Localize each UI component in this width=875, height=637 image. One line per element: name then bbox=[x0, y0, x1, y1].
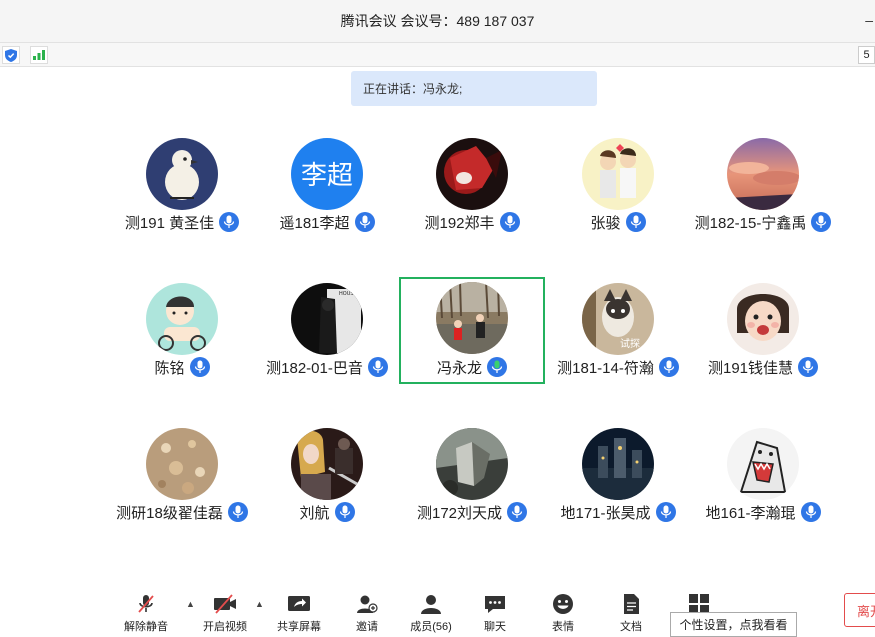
emoji-icon bbox=[553, 594, 573, 614]
share-label: 共享屏幕 bbox=[277, 621, 321, 633]
personalize-tooltip: 个性设置，点我看看 bbox=[670, 612, 797, 637]
speaking-banner: 正在讲话：冯永龙; bbox=[351, 71, 597, 106]
participant-avatar bbox=[436, 428, 508, 500]
participant-avatar: 试探 bbox=[582, 283, 654, 355]
members-button[interactable]: 成员(56) bbox=[401, 593, 461, 634]
mic-icon bbox=[811, 212, 832, 232]
docs-button[interactable]: 文档 bbox=[601, 593, 661, 634]
emoji-button[interactable]: 表情 bbox=[533, 593, 593, 634]
mic-icon bbox=[625, 212, 646, 232]
participant-name-row: 测191钱佳慧 bbox=[670, 357, 856, 377]
chat-button[interactable]: 聊天 bbox=[465, 593, 525, 634]
mic-icon bbox=[499, 212, 520, 232]
video-off-icon bbox=[214, 594, 236, 614]
participant-avatar bbox=[582, 138, 654, 210]
audio-options-caret-icon[interactable]: ▲ bbox=[186, 599, 195, 609]
leave-label: 离开 bbox=[857, 603, 875, 619]
participant-name: 测181-14-符瀚 bbox=[557, 359, 654, 377]
participant-tile[interactable]: 测182-15-宁鑫禹 bbox=[690, 137, 836, 244]
participant-name: 张骏 bbox=[590, 214, 621, 232]
mic-icon bbox=[798, 357, 819, 377]
participant-avatar bbox=[291, 428, 363, 500]
participant-avatar bbox=[727, 428, 799, 500]
participant-name-row: 地161-李瀚琨 bbox=[670, 502, 856, 522]
participant-name: 测182-15-宁鑫禹 bbox=[694, 214, 807, 232]
participant-name: 刘航 bbox=[299, 504, 330, 522]
share-screen-button[interactable]: 共享屏幕 bbox=[269, 593, 329, 634]
participant-tile[interactable]: 地161-李瀚琨 bbox=[690, 427, 836, 534]
participant-tile[interactable]: 测191钱佳慧 bbox=[690, 282, 836, 389]
participant-avatar bbox=[146, 138, 218, 210]
title-bar: 腾讯会议 会议号：489 187 037 – bbox=[0, 0, 875, 42]
mic-icon bbox=[189, 357, 210, 377]
participant-name: 地161-李瀚琨 bbox=[705, 504, 796, 522]
svg-text:李超: 李超 bbox=[301, 161, 353, 191]
participant-name: 测研18级翟佳磊 bbox=[116, 504, 223, 522]
participant-name: 冯永龙 bbox=[436, 359, 482, 377]
participant-avatar bbox=[436, 282, 508, 354]
chat-label: 聊天 bbox=[484, 621, 506, 633]
participant-avatar bbox=[727, 138, 799, 210]
mic-icon bbox=[800, 502, 821, 522]
participant-name: 测191 黄圣佳 bbox=[124, 214, 215, 232]
chat-icon bbox=[485, 596, 505, 613]
participant-avatar bbox=[582, 428, 654, 500]
participant-name: 陈铭 bbox=[154, 359, 185, 377]
participant-name: 测191钱佳慧 bbox=[707, 359, 794, 377]
invite-label: 邀请 bbox=[356, 621, 378, 633]
video-options-caret-icon[interactable]: ▲ bbox=[255, 599, 264, 609]
participant-name-row: 测182-15-宁鑫禹 bbox=[670, 212, 856, 232]
svg-text:试探: 试探 bbox=[620, 337, 640, 350]
status-right-box[interactable]: 5 bbox=[858, 46, 875, 64]
members-label: 成员(56) bbox=[410, 621, 452, 633]
mic-icon bbox=[354, 212, 375, 232]
svg-text:HOUSE: HOUSE bbox=[339, 291, 357, 297]
participant-avatar bbox=[436, 138, 508, 210]
participant-tile[interactable]: 测172刘天成 bbox=[399, 427, 545, 534]
invite-icon bbox=[357, 595, 378, 613]
emoji-label: 表情 bbox=[552, 621, 574, 633]
participant-avatar bbox=[727, 283, 799, 355]
members-icon bbox=[421, 595, 441, 614]
participant-tile[interactable]: HOUSE 测182-01-巴音 bbox=[254, 282, 400, 389]
tooltip-text: 个性设置，点我看看 bbox=[679, 618, 788, 632]
signal-icon[interactable] bbox=[30, 46, 48, 64]
participant-name: 测172刘天成 bbox=[416, 504, 503, 522]
unmute-button[interactable]: 解除静音 bbox=[116, 593, 176, 634]
participant-name: 地171-张昊成 bbox=[560, 504, 651, 522]
participant-avatar bbox=[146, 283, 218, 355]
minimize-button[interactable]: – bbox=[865, 12, 873, 28]
document-icon bbox=[624, 594, 639, 614]
participant-avatar: HOUSE bbox=[291, 283, 363, 355]
participant-tile[interactable]: 测192郑丰 bbox=[399, 137, 545, 244]
invite-button[interactable]: 邀请 bbox=[337, 593, 397, 634]
mic-icon bbox=[334, 502, 355, 522]
docs-label: 文档 bbox=[620, 621, 642, 633]
mic-muted-icon bbox=[138, 595, 154, 613]
leave-meeting-button[interactable]: 离开 bbox=[844, 593, 875, 627]
participant-avatar bbox=[146, 428, 218, 500]
speaking-text: 正在讲话：冯永龙; bbox=[363, 82, 463, 96]
mic-speaking-icon bbox=[487, 357, 507, 377]
window-title: 腾讯会议 会议号：489 187 037 bbox=[340, 13, 535, 29]
participant-tile[interactable]: 冯永龙 bbox=[399, 277, 545, 384]
video-label: 开启视频 bbox=[203, 621, 247, 633]
status-bar: 5 bbox=[0, 42, 875, 67]
unmute-label: 解除静音 bbox=[124, 621, 168, 633]
participant-name: 遥181李超 bbox=[279, 214, 350, 232]
start-video-button[interactable]: 开启视频 bbox=[195, 593, 255, 634]
participant-name: 测192郑丰 bbox=[424, 214, 495, 232]
participant-name: 测182-01-巴音 bbox=[266, 359, 363, 377]
participant-avatar: 李超 bbox=[291, 138, 363, 210]
share-screen-icon bbox=[288, 596, 310, 611]
shield-icon[interactable] bbox=[2, 46, 20, 64]
